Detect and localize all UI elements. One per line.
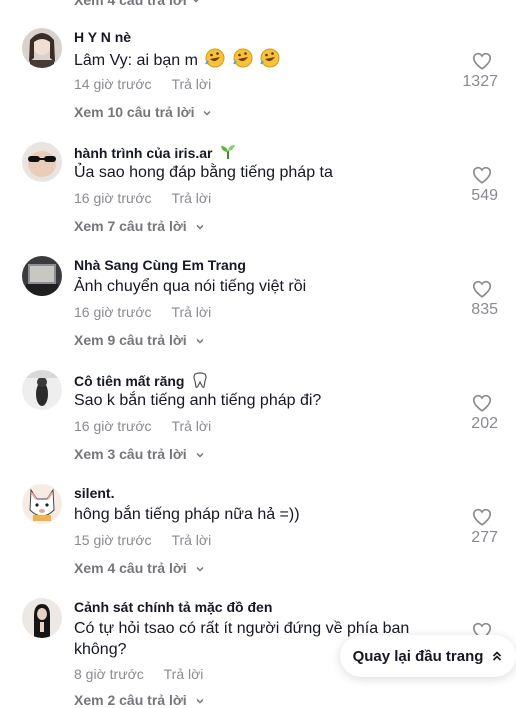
comment-text: Ủa sao hong đáp bằng tiếng pháp ta — [74, 164, 333, 181]
comment-item: H Y N nè Lâm Vy: ai bạn m 14 giờ trước T… — [0, 28, 516, 142]
heart-icon[interactable] — [471, 164, 493, 186]
avatar[interactable] — [22, 256, 62, 296]
comment-time: 14 giờ trước — [74, 76, 152, 92]
avatar[interactable] — [22, 484, 62, 524]
comment-time: 8 giờ trước — [74, 666, 144, 682]
comment-meta: 16 giờ trước Trả lời — [74, 190, 211, 206]
like-count: 277 — [471, 529, 498, 546]
comment-time: 16 giờ trước — [74, 190, 152, 206]
chevron-down-icon — [196, 567, 204, 572]
comment-username[interactable]: Cảnh sát chính tả mặc đồ đen — [74, 599, 272, 615]
like-column: 549 — [438, 164, 498, 205]
back-to-top-label: Quay lại đầu trang — [352, 647, 484, 665]
view-replies-partial[interactable]: Xem 4 câu trả lời — [74, 0, 201, 8]
comment-item: silent. hông bắn tiếng pháp nữa hả =)) 1… — [0, 484, 516, 598]
comment-username[interactable]: Cô tiên mất răng — [74, 371, 209, 389]
reply-button[interactable]: Trả lời — [171, 304, 211, 320]
like-column: 835 — [438, 278, 498, 319]
comment-meta: 16 giờ trước Trả lời — [74, 418, 211, 434]
avatar[interactable] — [22, 28, 62, 68]
comment-time: 16 giờ trước — [74, 418, 152, 434]
like-count: 835 — [471, 301, 498, 318]
chevron-down-icon — [193, 0, 199, 3]
reply-button[interactable]: Trả lời — [171, 532, 211, 548]
avatar[interactable] — [22, 370, 62, 410]
like-column: 277 — [438, 506, 498, 547]
like-count: 549 — [471, 187, 498, 204]
comment-username[interactable]: hành trình của iris.ar — [74, 143, 237, 161]
back-to-top-button[interactable]: Quay lại đầu trang — [340, 635, 516, 677]
chevron-down-icon — [196, 453, 204, 458]
seedling-icon — [221, 145, 236, 159]
like-count: 1327 — [462, 73, 498, 90]
view-replies-button[interactable]: Xem 10 câu trả lời — [74, 104, 212, 120]
view-replies-button[interactable]: Xem 3 câu trả lời — [74, 446, 205, 462]
comment-text: Sao k bắn tiếng anh tiếng pháp đi? — [74, 392, 322, 409]
comment-text: hông bắn tiếng pháp nữa hả =)) — [74, 506, 300, 523]
comment-time: 15 giờ trước — [74, 532, 152, 548]
comment-text: Ảnh chuyển qua nói tiếng việt rồi — [74, 278, 307, 295]
chevron-down-icon — [196, 225, 204, 230]
avatar[interactable] — [22, 142, 62, 182]
heart-icon[interactable] — [471, 392, 493, 414]
comment-item: hành trình của iris.ar Ủa sao hong đáp b… — [0, 142, 516, 256]
double-chevron-up-icon — [493, 651, 502, 661]
view-replies-button[interactable]: Xem 7 câu trả lời — [74, 218, 205, 234]
view-replies-button[interactable]: Xem 9 câu trả lời — [74, 332, 205, 348]
comment-text: Lâm Vy: ai bạn m — [74, 48, 434, 71]
chevron-down-icon — [196, 339, 204, 344]
like-count: 202 — [471, 415, 498, 432]
emoji-rofl-icon — [202, 48, 280, 69]
tooth-icon — [193, 372, 207, 388]
comment-username[interactable]: silent. — [74, 485, 114, 501]
comment-item: Cô tiên mất răng Sao k bắn tiếng anh tiế… — [0, 370, 516, 484]
comment-username[interactable]: Nhà Sang Cùng Em Trang — [74, 257, 246, 273]
heart-icon[interactable] — [471, 50, 493, 72]
reply-button[interactable]: Trả lời — [171, 418, 211, 434]
reply-button[interactable]: Trả lời — [171, 76, 211, 92]
avatar[interactable] — [22, 598, 62, 638]
chevron-down-icon — [203, 111, 211, 116]
like-column: 1327 — [438, 50, 498, 91]
comment-item: Nhà Sang Cùng Em Trang Ảnh chuyển qua nó… — [0, 256, 516, 370]
reply-button[interactable]: Trả lời — [171, 190, 211, 206]
comment-meta: 8 giờ trước Trả lời — [74, 666, 203, 682]
comment-meta: 14 giờ trước Trả lời — [74, 76, 211, 92]
view-replies-button[interactable]: Xem 2 câu trả lời — [74, 692, 205, 708]
heart-icon[interactable] — [471, 506, 493, 528]
comment-meta: 15 giờ trước Trả lời — [74, 532, 211, 548]
heart-icon[interactable] — [471, 278, 493, 300]
reply-button[interactable]: Trả lời — [164, 666, 204, 682]
comment-time: 16 giờ trước — [74, 304, 152, 320]
view-replies-button[interactable]: Xem 4 câu trả lời — [74, 560, 205, 576]
chevron-down-icon — [196, 699, 204, 704]
comment-username[interactable]: H Y N nè — [74, 29, 131, 45]
comment-meta: 16 giờ trước Trả lời — [74, 304, 211, 320]
like-column: 202 — [438, 392, 498, 433]
